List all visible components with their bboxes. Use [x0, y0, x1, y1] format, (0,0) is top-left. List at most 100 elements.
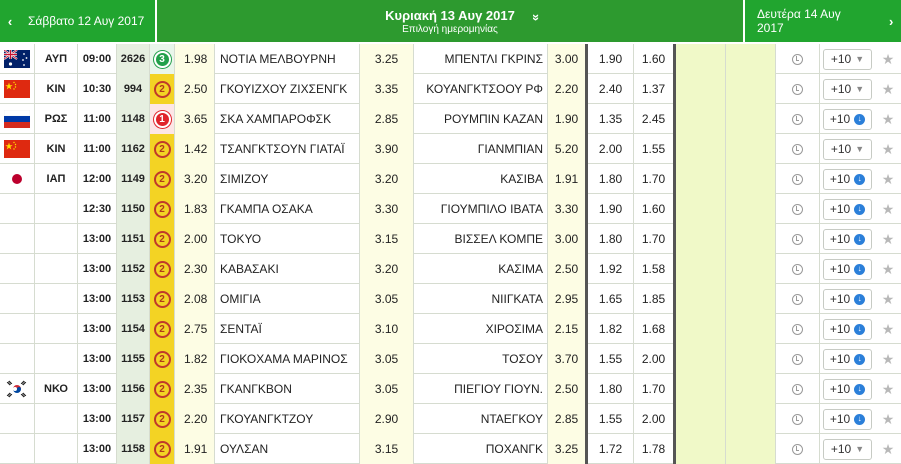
favorite-button[interactable]: ★: [875, 404, 901, 434]
more-markets-button[interactable]: +10 ↓: [823, 378, 872, 400]
draw-odds[interactable]: 3.05: [359, 344, 414, 374]
home-odds[interactable]: 2.50: [174, 74, 214, 104]
favorite-button[interactable]: ★: [875, 374, 901, 404]
favorite-button[interactable]: ★: [875, 434, 901, 464]
extra-market-1[interactable]: [676, 254, 726, 284]
extra-market-1[interactable]: [676, 314, 726, 344]
over-odds[interactable]: 1.70: [634, 374, 676, 404]
home-odds[interactable]: 2.08: [174, 284, 214, 314]
match-info-button[interactable]: [776, 44, 820, 74]
extra-market-1[interactable]: [676, 104, 726, 134]
away-odds[interactable]: 2.15: [547, 314, 588, 344]
over-odds[interactable]: 1.68: [634, 314, 676, 344]
under-odds[interactable]: 1.55: [588, 404, 634, 434]
match-info-button[interactable]: [776, 254, 820, 284]
next-day-button[interactable]: Δευτέρα 14 Αυγ 2017 ›: [745, 0, 901, 42]
away-odds[interactable]: 1.90: [547, 104, 588, 134]
over-odds[interactable]: 2.45: [634, 104, 676, 134]
draw-odds[interactable]: 3.30: [359, 194, 414, 224]
draw-odds[interactable]: 3.20: [359, 164, 414, 194]
favorite-button[interactable]: ★: [875, 74, 901, 104]
draw-odds[interactable]: 3.35: [359, 74, 414, 104]
more-markets-button[interactable]: +10 ↓: [823, 288, 872, 310]
favorite-button[interactable]: ★: [875, 254, 901, 284]
home-odds[interactable]: 2.30: [174, 254, 214, 284]
away-odds[interactable]: 3.00: [547, 224, 588, 254]
extra-market-2[interactable]: [726, 314, 776, 344]
away-odds[interactable]: 2.20: [547, 74, 588, 104]
match-info-button[interactable]: [776, 224, 820, 254]
more-markets-button[interactable]: +10 ↓: [823, 228, 872, 250]
over-odds[interactable]: 1.60: [634, 44, 676, 74]
under-odds[interactable]: 2.00: [588, 134, 634, 164]
match-info-button[interactable]: [776, 374, 820, 404]
under-odds[interactable]: 1.80: [588, 164, 634, 194]
match-info-button[interactable]: [776, 404, 820, 434]
draw-odds[interactable]: 3.10: [359, 314, 414, 344]
favorite-button[interactable]: ★: [875, 134, 901, 164]
favorite-button[interactable]: ★: [875, 284, 901, 314]
more-markets-button[interactable]: +10 ▼: [823, 48, 872, 70]
match-info-button[interactable]: [776, 344, 820, 374]
extra-market-2[interactable]: [726, 104, 776, 134]
under-odds[interactable]: 1.35: [588, 104, 634, 134]
home-odds[interactable]: 2.20: [174, 404, 214, 434]
extra-market-2[interactable]: [726, 74, 776, 104]
favorite-button[interactable]: ★: [875, 104, 901, 134]
over-odds[interactable]: 1.70: [634, 164, 676, 194]
extra-market-1[interactable]: [676, 434, 726, 464]
extra-market-1[interactable]: [676, 44, 726, 74]
home-odds[interactable]: 2.00: [174, 224, 214, 254]
away-odds[interactable]: 2.50: [547, 374, 588, 404]
away-odds[interactable]: 3.25: [547, 434, 588, 464]
extra-market-2[interactable]: [726, 434, 776, 464]
extra-market-1[interactable]: [676, 404, 726, 434]
more-markets-button[interactable]: +10 ▼: [823, 138, 872, 160]
more-markets-button[interactable]: +10 ↓: [823, 348, 872, 370]
match-info-button[interactable]: [776, 104, 820, 134]
over-odds[interactable]: 1.60: [634, 194, 676, 224]
match-info-button[interactable]: [776, 284, 820, 314]
favorite-button[interactable]: ★: [875, 344, 901, 374]
more-markets-button[interactable]: +10 ↓: [823, 258, 872, 280]
more-markets-button[interactable]: +10 ↓: [823, 168, 872, 190]
under-odds[interactable]: 1.92: [588, 254, 634, 284]
away-odds[interactable]: 3.00: [547, 44, 588, 74]
more-markets-button[interactable]: +10 ▼: [823, 438, 872, 460]
extra-market-1[interactable]: [676, 164, 726, 194]
away-odds[interactable]: 1.91: [547, 164, 588, 194]
extra-market-2[interactable]: [726, 404, 776, 434]
away-odds[interactable]: 2.50: [547, 254, 588, 284]
extra-market-2[interactable]: [726, 134, 776, 164]
favorite-button[interactable]: ★: [875, 314, 901, 344]
draw-odds[interactable]: 2.90: [359, 404, 414, 434]
home-odds[interactable]: 1.42: [174, 134, 214, 164]
match-info-button[interactable]: [776, 434, 820, 464]
extra-market-2[interactable]: [726, 254, 776, 284]
match-info-button[interactable]: [776, 164, 820, 194]
over-odds[interactable]: 2.00: [634, 404, 676, 434]
draw-odds[interactable]: 3.15: [359, 224, 414, 254]
extra-market-2[interactable]: [726, 284, 776, 314]
over-odds[interactable]: 1.55: [634, 134, 676, 164]
under-odds[interactable]: 1.82: [588, 314, 634, 344]
over-odds[interactable]: 1.58: [634, 254, 676, 284]
extra-market-2[interactable]: [726, 224, 776, 254]
under-odds[interactable]: 1.55: [588, 344, 634, 374]
under-odds[interactable]: 2.40: [588, 74, 634, 104]
more-markets-button[interactable]: +10 ▼: [823, 78, 872, 100]
match-info-button[interactable]: [776, 194, 820, 224]
favorite-button[interactable]: ★: [875, 44, 901, 74]
date-picker-button[interactable]: Κυριακή 13 Αυγ 2017 Επιλογή ημερομηνίας …: [157, 0, 743, 42]
extra-market-1[interactable]: [676, 194, 726, 224]
away-odds[interactable]: 5.20: [547, 134, 588, 164]
draw-odds[interactable]: 2.85: [359, 104, 414, 134]
home-odds[interactable]: 1.98: [174, 44, 214, 74]
more-markets-button[interactable]: +10 ↓: [823, 198, 872, 220]
extra-market-2[interactable]: [726, 44, 776, 74]
draw-odds[interactable]: 3.05: [359, 284, 414, 314]
previous-day-button[interactable]: ‹ Σάββατο 12 Αυγ 2017: [0, 0, 155, 42]
draw-odds[interactable]: 3.05: [359, 374, 414, 404]
under-odds[interactable]: 1.90: [588, 44, 634, 74]
over-odds[interactable]: 2.00: [634, 344, 676, 374]
